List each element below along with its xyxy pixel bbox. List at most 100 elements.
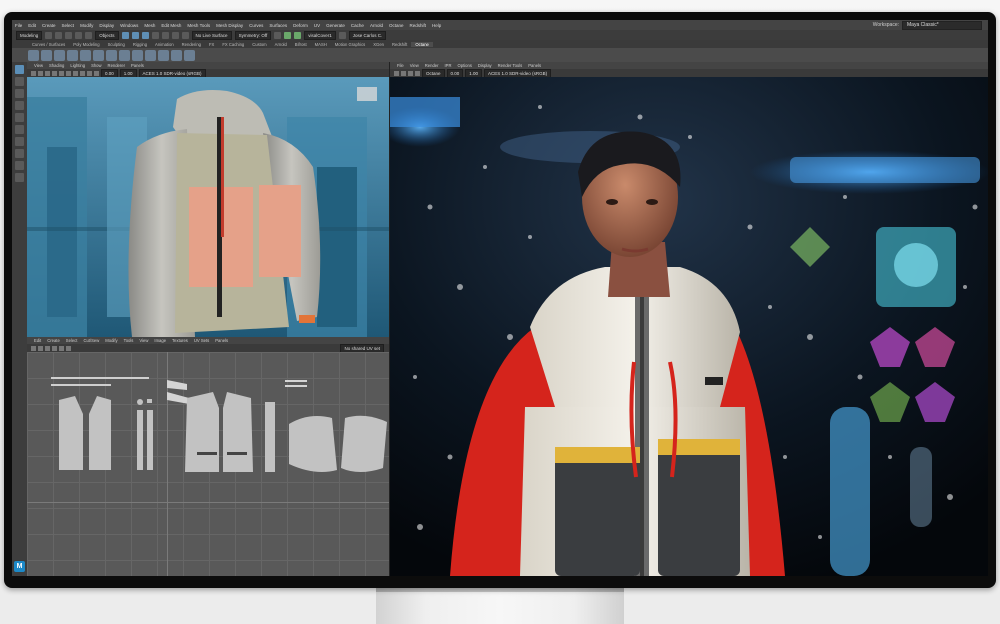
menu-deform[interactable]: Deform <box>290 23 311 28</box>
undo-icon[interactable] <box>75 31 83 39</box>
search-icon[interactable] <box>15 173 24 182</box>
uv-image-icon[interactable] <box>52 345 57 351</box>
octane-aov-icon[interactable] <box>132 49 143 61</box>
octane-texture-icon[interactable] <box>93 49 104 61</box>
shelf-tab-octane[interactable]: Octane <box>411 41 433 47</box>
snap-point-icon[interactable] <box>171 31 179 39</box>
octane-stop-icon[interactable] <box>171 49 182 61</box>
menu-edit[interactable]: Edit <box>25 23 39 28</box>
menu-mesh-tools[interactable]: Mesh Tools <box>184 23 213 28</box>
shadows-icon[interactable] <box>80 70 85 76</box>
shelf-tab-xgen[interactable]: XGen <box>369 42 388 47</box>
uv-menu-uv-sets[interactable]: UV Sets <box>191 338 212 343</box>
shelf-tab-sculpting[interactable]: Sculpting <box>104 42 129 47</box>
octane-light-icon[interactable] <box>54 49 65 61</box>
render-menu-options[interactable]: Options <box>454 63 474 68</box>
shelf-tab-fx[interactable]: FX <box>205 42 218 47</box>
smooth-shade-icon[interactable] <box>59 70 64 76</box>
uv-editor[interactable]: Edit Create Select Cut/Sew Modify Tools … <box>27 337 390 576</box>
uv-distortion-icon[interactable] <box>45 345 50 351</box>
menu-redshift[interactable]: Redshift <box>406 23 429 28</box>
render-stop-icon[interactable] <box>408 70 413 76</box>
uv-shell-border-icon[interactable] <box>38 345 43 351</box>
render-frame-icon[interactable] <box>284 31 292 39</box>
octane-settings-icon[interactable] <box>145 49 156 61</box>
snap-curve-icon[interactable] <box>161 31 169 39</box>
render-menu-file[interactable]: File <box>394 63 407 68</box>
octane-refresh-icon[interactable] <box>158 49 169 61</box>
grid-icon[interactable] <box>45 70 50 76</box>
menu-octane[interactable]: Octane <box>386 23 407 28</box>
shelf-tab-redshift[interactable]: Redshift <box>388 42 411 47</box>
uv-menu-tools[interactable]: Tools <box>121 338 137 343</box>
panel-menu-view[interactable]: View <box>31 63 46 68</box>
panel-menu-lighting[interactable]: Lighting <box>67 63 88 68</box>
symmetry-dropdown[interactable]: Symmetry: Off <box>234 30 272 40</box>
menu-mesh-display[interactable]: Mesh Display <box>213 23 246 28</box>
octane-proxy-icon[interactable] <box>119 49 130 61</box>
menu-set-dropdown[interactable]: Modeling <box>16 30 43 40</box>
shelf-tab-custom[interactable]: Custom <box>248 42 270 47</box>
octane-volume-icon[interactable] <box>106 49 117 61</box>
menu-arnold[interactable]: Arnold <box>367 23 386 28</box>
render-menu-display[interactable]: Display <box>475 63 495 68</box>
save-scene-icon[interactable] <box>65 31 73 39</box>
shelf-tab-rendering[interactable]: Rendering <box>178 42 205 47</box>
redo-icon[interactable] <box>85 31 93 39</box>
lasso-tool-icon[interactable] <box>15 77 24 86</box>
ipr-render-icon[interactable] <box>294 31 302 39</box>
move-tool-icon[interactable] <box>15 101 24 110</box>
menu-generate[interactable]: Generate <box>323 23 348 28</box>
menu-cache[interactable]: Cache <box>348 23 367 28</box>
render-menu-view[interactable]: View <box>407 63 422 68</box>
isolate-select-icon[interactable] <box>94 70 99 76</box>
modeling-viewport[interactable]: View Shading Lighting Show Renderer Pane… <box>27 62 390 337</box>
workspace-dropdown[interactable]: Maya Classic* <box>902 20 982 30</box>
octane-material-icon[interactable] <box>41 49 52 61</box>
lights-icon[interactable] <box>73 70 78 76</box>
wireframe-icon[interactable] <box>52 70 57 76</box>
single-perspective-layout-icon[interactable] <box>15 137 24 146</box>
render-menu-render[interactable]: Render <box>422 63 442 68</box>
render-menu-panels[interactable]: Panels <box>525 63 544 68</box>
uv-menu-textures[interactable]: Textures <box>169 338 191 343</box>
uv-menu-select[interactable]: Select <box>63 338 81 343</box>
shelf-tab-fx-caching[interactable]: FX Caching <box>218 42 248 47</box>
shelf-tab-motion-graphics[interactable]: Motion Graphics <box>331 42 370 47</box>
panel-menu-panels[interactable]: Panels <box>128 63 147 68</box>
render-menu-ipr[interactable]: IPR <box>442 63 455 68</box>
uv-menu-image[interactable]: Image <box>151 338 169 343</box>
open-scene-icon[interactable] <box>55 31 63 39</box>
render-viewport[interactable]: File View Render IPR Options Display Ren… <box>390 62 988 576</box>
outliner-layout-icon[interactable] <box>15 161 24 170</box>
menu-edit-mesh[interactable]: Edit Mesh <box>158 23 184 28</box>
history-icon[interactable] <box>274 31 282 39</box>
four-view-layout-icon[interactable] <box>15 149 24 158</box>
new-scene-icon[interactable] <box>45 31 53 39</box>
textured-icon[interactable] <box>66 70 71 76</box>
menu-display[interactable]: Display <box>96 23 117 28</box>
octane-render-viewer-icon[interactable] <box>28 49 39 61</box>
render-start-icon[interactable] <box>394 70 399 76</box>
select-by-component-icon[interactable] <box>141 31 149 39</box>
panel-menu-shading[interactable]: Shading <box>46 63 67 68</box>
uv-menu-edit[interactable]: Edit <box>31 338 44 343</box>
shelf-tab-curves-surfaces[interactable]: Curves / Surfaces <box>28 42 69 47</box>
menu-modify[interactable]: Modify <box>77 23 96 28</box>
render-snapshot-icon[interactable] <box>415 70 420 76</box>
render-menu-render-tools[interactable]: Render Tools <box>495 63 526 68</box>
octane-environment-icon[interactable] <box>80 49 91 61</box>
shelf-tab-rigging[interactable]: Rigging <box>129 42 151 47</box>
uv-menu-create[interactable]: Create <box>44 338 63 343</box>
menu-mesh[interactable]: Mesh <box>141 23 158 28</box>
uv-pixel-snap-icon[interactable] <box>66 345 71 351</box>
paint-select-tool-icon[interactable] <box>15 89 24 98</box>
shelf-tab-mash[interactable]: MASH <box>311 42 331 47</box>
snap-surface-icon[interactable] <box>181 31 189 39</box>
menu-surfaces[interactable]: Surfaces <box>266 23 290 28</box>
menu-windows[interactable]: Windows <box>117 23 141 28</box>
shelf-tab-animation[interactable]: Animation <box>151 42 178 47</box>
bookmarks-icon[interactable] <box>38 70 43 76</box>
uv-menu-panels[interactable]: Panels <box>212 338 231 343</box>
uv-menu-view[interactable]: View <box>136 338 151 343</box>
